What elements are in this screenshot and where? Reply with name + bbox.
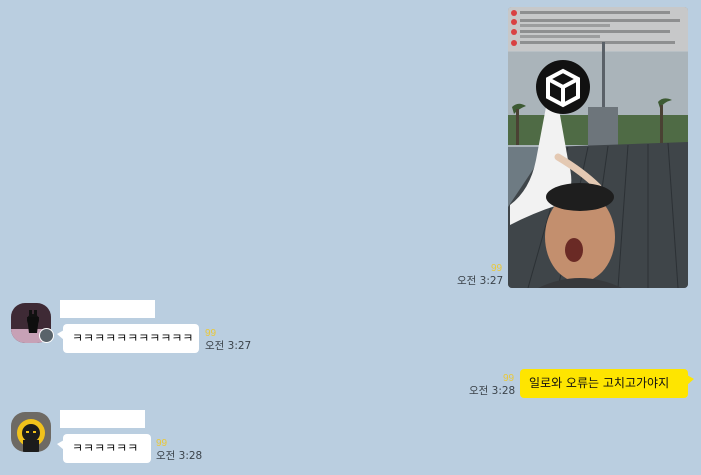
avatar-image (11, 412, 51, 452)
unread-count: 99 (156, 438, 168, 449)
friend-avatar[interactable] (11, 412, 51, 452)
sender-name-plate (60, 410, 145, 428)
shared-photo[interactable] (508, 7, 688, 288)
message-time: 오전 3:28 (156, 450, 203, 462)
photo-scene (508, 7, 688, 288)
message-time: 오전 3:27 (457, 275, 504, 287)
unread-count: 99 (503, 373, 515, 384)
friend-message-bubble[interactable]: ㅋㅋㅋㅋㅋㅋ (57, 434, 151, 463)
sender-name-plate (60, 300, 155, 318)
message-time: 오전 3:27 (205, 340, 252, 352)
message-time: 오전 3:28 (469, 385, 516, 397)
unread-count: 99 (205, 328, 217, 339)
my-message-bubble[interactable]: 일로와 오류는 고치고가야지 (520, 369, 694, 398)
unity-logo-icon (536, 60, 590, 114)
error-console-overlay (508, 7, 688, 51)
friend-message-bubble[interactable]: ㅋㅋㅋㅋㅋㅋㅋㅋㅋㅋㅋ (57, 324, 199, 353)
avatar-badge-icon (39, 328, 54, 343)
unread-count: 99 (491, 263, 503, 274)
